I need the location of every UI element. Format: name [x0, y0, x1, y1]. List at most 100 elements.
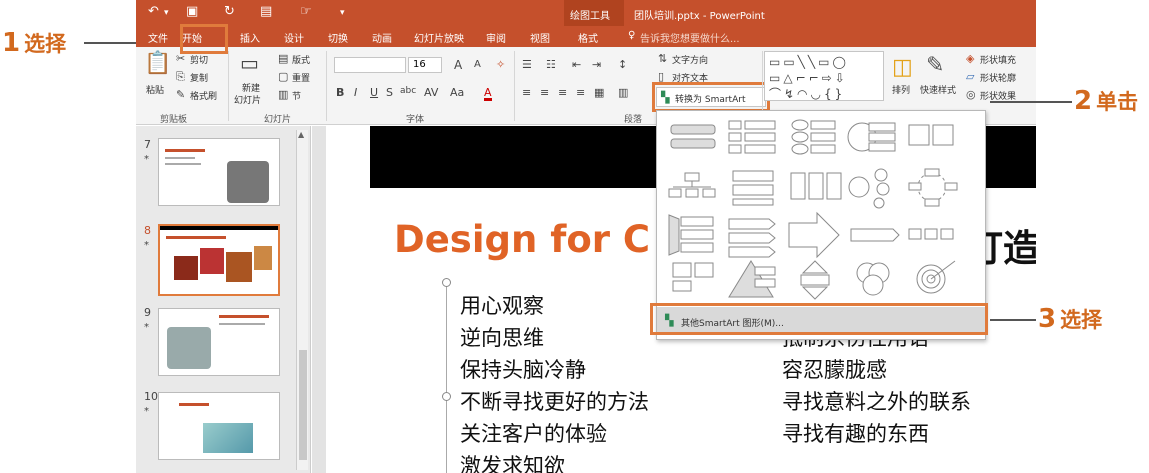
shadow-icon[interactable]: S [386, 87, 393, 98]
tab-insert[interactable]: 插入 [240, 30, 260, 45]
paste-button[interactable]: 粘贴 [146, 83, 164, 96]
smartart-item[interactable] [800, 260, 830, 300]
bullets-icon[interactable]: ☰ [522, 59, 532, 70]
resize-handle[interactable] [442, 392, 451, 401]
customize-toolbar-icon[interactable]: ▾ [340, 8, 345, 18]
columns-icon[interactable]: ▥ [618, 87, 628, 98]
text-direction-button[interactable]: 文字方向 [672, 53, 708, 66]
tell-me-box[interactable]: 告诉我您想要做什么... [640, 30, 740, 45]
paste-icon[interactable]: 📋 [144, 53, 171, 75]
tab-design[interactable]: 设计 [284, 30, 304, 45]
grow-font-icon[interactable]: A [454, 59, 462, 71]
shape-fill-icon[interactable]: ◈ [966, 53, 974, 64]
tab-review[interactable]: 审阅 [486, 30, 506, 45]
undo-icon[interactable]: ↶ [148, 4, 159, 19]
tab-view[interactable]: 视图 [530, 30, 550, 45]
shape-outline-icon[interactable]: ▱ [966, 71, 974, 82]
reset-button[interactable]: 重置 [292, 71, 310, 84]
smartart-item[interactable] [790, 172, 842, 200]
underline-icon[interactable]: U [370, 87, 378, 98]
smartart-item[interactable] [668, 214, 714, 256]
align-right-icon[interactable]: ≡ [558, 87, 567, 98]
arrange-button[interactable]: 排列 [892, 83, 910, 96]
left-bullet-list[interactable]: 用心观察 逆向思维 保持头脑冷静 不断寻找更好的方法 关注客户的体验 激发求知欲 [460, 290, 649, 473]
layout-icon[interactable]: ▤ [278, 53, 288, 64]
shape-effects-icon[interactable]: ◎ [966, 89, 976, 100]
smartart-item[interactable] [670, 124, 716, 149]
tab-file[interactable]: 文件 [148, 30, 168, 45]
cut-button[interactable]: 剪切 [190, 53, 208, 66]
quick-styles-icon[interactable]: ✎ [926, 55, 944, 77]
align-center-icon[interactable]: ≡ [540, 87, 549, 98]
smartart-item[interactable] [856, 262, 890, 296]
start-slideshow-icon[interactable]: ▤ [260, 4, 272, 19]
smartart-item[interactable] [908, 228, 954, 240]
redo-icon[interactable]: ↻ [224, 4, 235, 19]
line-spacing-icon[interactable]: ↕ [618, 59, 627, 70]
smartart-item[interactable] [788, 211, 840, 259]
slide-thumbnail-9[interactable] [158, 308, 280, 376]
italic-icon[interactable]: I [354, 87, 357, 98]
thumbnail-scrollbar[interactable]: ▲ [296, 130, 308, 470]
bold-icon[interactable]: B [336, 87, 344, 98]
shrink-font-icon[interactable]: A [474, 60, 481, 70]
smartart-item[interactable] [728, 260, 776, 298]
smartart-item[interactable] [728, 120, 776, 154]
smartart-item[interactable] [916, 260, 956, 294]
smartart-item[interactable] [850, 228, 900, 242]
distributed-icon[interactable]: ▦ [594, 87, 604, 98]
smartart-item[interactable] [848, 168, 890, 209]
resize-handle[interactable] [442, 278, 451, 287]
tab-animations[interactable]: 动画 [372, 30, 392, 45]
right-bullet-list[interactable]: 抵制杀伤性用语 容忍朦胧感 寻找意料之外的联系 寻找有趣的东西 [782, 322, 971, 450]
smartart-item[interactable] [732, 170, 774, 206]
align-left-icon[interactable]: ≡ [522, 87, 531, 98]
undo-dropdown-icon[interactable]: ▾ [164, 8, 169, 18]
tab-slideshow[interactable]: 幻灯片放映 [414, 30, 464, 45]
strikethrough-icon[interactable]: abc [400, 87, 416, 96]
smartart-item[interactable] [728, 218, 776, 258]
smartart-item[interactable] [908, 124, 954, 146]
layout-button[interactable]: 版式 [292, 53, 310, 66]
save-icon[interactable]: ▣ [186, 4, 198, 19]
smartart-item[interactable] [791, 119, 836, 155]
format-painter-button[interactable]: 格式刷 [190, 89, 217, 102]
smartart-item[interactable] [908, 168, 958, 207]
shape-fill-button[interactable]: 形状填充 [980, 53, 1016, 66]
smartart-item[interactable] [668, 172, 716, 198]
decrease-indent-icon[interactable]: ⇤ [572, 59, 581, 70]
new-slide-label-2[interactable]: 幻灯片 [234, 93, 261, 106]
justify-icon[interactable]: ≡ [576, 87, 585, 98]
change-case-icon[interactable]: Aa [450, 87, 464, 98]
reset-icon[interactable]: ▢ [278, 71, 288, 82]
arrange-icon[interactable]: ◫ [892, 57, 913, 79]
smartart-item[interactable] [847, 122, 896, 152]
touch-mode-icon[interactable]: ☞ [300, 4, 312, 19]
increase-indent-icon[interactable]: ⇥ [592, 59, 601, 70]
copy-icon[interactable]: ⎘ [176, 71, 185, 82]
section-icon[interactable]: ▥ [278, 89, 288, 100]
char-spacing-icon[interactable]: AV [424, 87, 438, 98]
slide-thumbnail-7[interactable] [158, 138, 280, 206]
font-color-icon[interactable]: A [484, 87, 492, 101]
smartart-item[interactable] [672, 262, 714, 292]
slide-thumbnail-8[interactable] [158, 224, 280, 296]
scroll-thumb[interactable] [299, 350, 307, 460]
shapes-gallery[interactable]: ▭▭╲╲▭◯ ▭△⌐⌐⇨⇩ ⌒↯◠◡{} [764, 51, 884, 101]
copy-button[interactable]: 复制 [190, 71, 208, 84]
new-slide-icon[interactable]: ▭ [240, 53, 259, 73]
section-button[interactable]: 节 [292, 89, 301, 102]
format-painter-icon[interactable]: ✎ [176, 89, 185, 100]
numbering-icon[interactable]: ☷ [546, 59, 556, 70]
quick-styles-button[interactable]: 快速样式 [920, 83, 956, 96]
scroll-up-icon[interactable]: ▲ [298, 130, 304, 139]
cut-icon[interactable]: ✂ [176, 53, 185, 64]
tab-transitions[interactable]: 切换 [328, 30, 348, 45]
text-direction-icon[interactable]: ⇅ [658, 53, 667, 64]
align-text-icon[interactable]: ▯ [658, 71, 664, 82]
clear-format-icon[interactable]: ✧ [496, 59, 505, 70]
slide-thumbnail-10[interactable] [158, 392, 280, 460]
font-size-box[interactable]: 16 [408, 57, 442, 73]
font-name-box[interactable] [334, 57, 406, 73]
shape-outline-button[interactable]: 形状轮廓 [980, 71, 1016, 84]
